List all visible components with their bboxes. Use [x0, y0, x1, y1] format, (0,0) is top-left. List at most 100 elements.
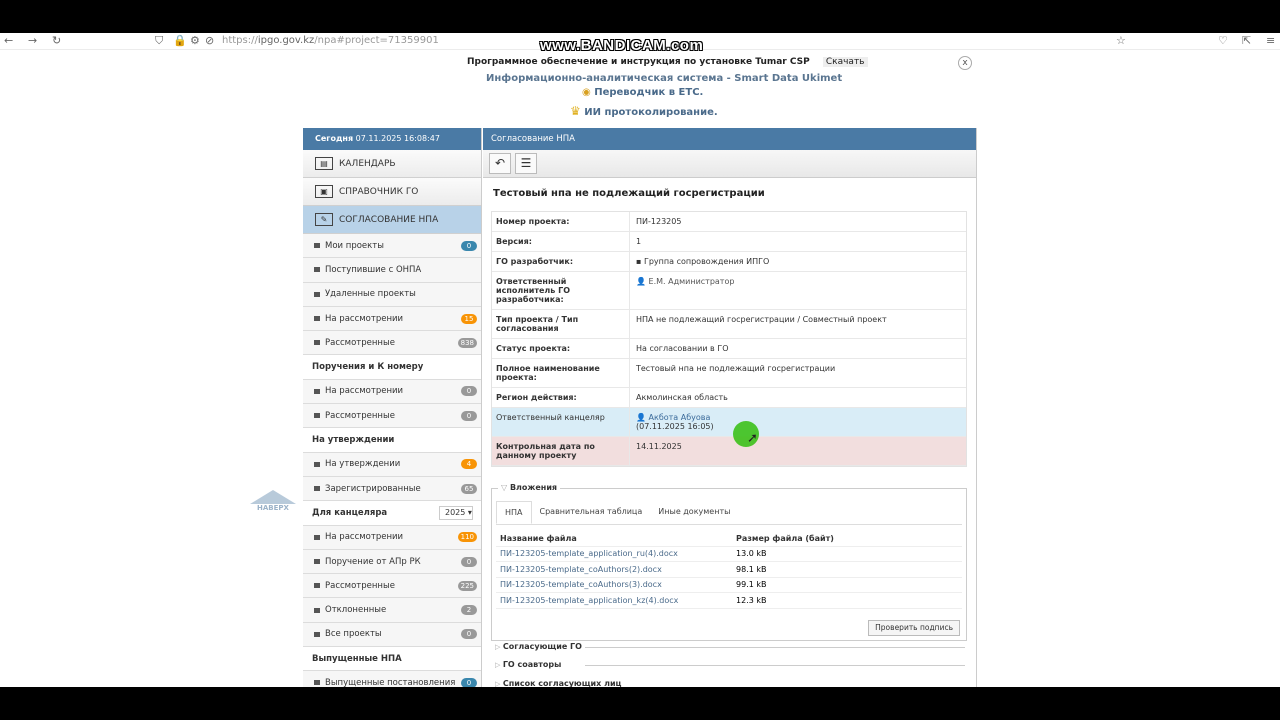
sidebar: Сегодня 07.11.2025 16:08:47 ▤ КАЛЕНДАРЬ … [303, 128, 482, 696]
recording-bar-top [0, 0, 1280, 33]
detail-row-deadline: Контрольная дата по данному проекту 14.11… [492, 437, 966, 466]
user-icon: 👤 [636, 277, 646, 286]
menu-directory[interactable]: ▣ СПРАВОЧНИК ГО [303, 178, 481, 206]
section-approving-go[interactable]: Согласующие ГО [495, 642, 965, 651]
sidebar-item-chancellery-review[interactable]: На рассмотрении 110 [303, 525, 481, 550]
folder-icon [314, 316, 320, 322]
folder-icon [314, 534, 320, 540]
sidebar-item-deleted[interactable]: Удаленные проекты [303, 282, 481, 307]
permissions-icon[interactable]: ⚙ [190, 34, 200, 47]
system-name[interactable]: Информационно-аналитическая система - Sm… [486, 73, 842, 84]
detail-row: Версия: 1 [492, 232, 966, 252]
file-link[interactable]: ПИ-123205-template_application_kz(4).doc… [496, 596, 732, 605]
page-title: Тестовый нпа не подлежащий госрегистраци… [493, 188, 765, 199]
caret-down-icon: ▾ [467, 508, 472, 518]
menu-npa-approval[interactable]: ✎ СОГЛАСОВАНИЕ НПА [303, 206, 481, 234]
attachments-legend[interactable]: ▽ Вложения [498, 483, 561, 492]
main-header: Согласование НПА [483, 128, 976, 150]
folder-icon [314, 631, 320, 637]
list-button[interactable]: ☰ [515, 153, 537, 174]
sidebar-item-under-review[interactable]: На рассмотрении 15 [303, 306, 481, 332]
today-label: Сегодня [315, 134, 354, 143]
scroll-top-button[interactable]: НАВЕРХ [250, 490, 296, 512]
sidebar-item-orders-review[interactable]: На рассмотрении 0 [303, 379, 481, 405]
camera-blocked-icon[interactable]: ⊘ [205, 34, 214, 47]
folder-icon [314, 291, 320, 297]
file-link[interactable]: ПИ-123205-template_application_ru(4).doc… [496, 549, 732, 558]
section-orders: Поручения и К номеру [303, 355, 481, 380]
tab-npa[interactable]: НПА [496, 501, 532, 524]
translator-link[interactable]: ◉ Переводчик в ЕТС. [582, 87, 703, 98]
detail-row: Регион действия: Акмолинская область [492, 388, 966, 408]
folder-icon [314, 559, 320, 564]
verify-signature-button[interactable]: Проверить подпись [868, 620, 960, 636]
lock-icon: 🔒 [173, 34, 187, 47]
tab-comparison[interactable]: Сравнительная таблица [532, 501, 651, 524]
section-label: ГО соавторы [502, 660, 562, 669]
folder-icon [314, 461, 320, 467]
sidebar-item-apr-order[interactable]: Поручение от АПр РК 0 [303, 549, 481, 575]
count-badge: 0 [461, 556, 477, 567]
attachment-tabs: НПА Сравнительная таблица Иные документы [496, 501, 962, 525]
section-coauthors[interactable]: ГО соавторы [495, 660, 965, 669]
back-icon[interactable]: ← [4, 34, 13, 47]
scroll-top-label: НАВЕРХ [257, 504, 289, 512]
briefcase-icon: ▪ [636, 257, 642, 266]
download-button[interactable]: Скачать [822, 57, 868, 67]
detail-value: Акмолинская область [636, 393, 728, 402]
files-table: Название файла Размер файла (байт) ПИ-123… [496, 531, 962, 609]
detail-value: На согласовании в ГО [636, 344, 729, 353]
bookmark-star-icon[interactable]: ☆ [1116, 34, 1126, 47]
reload-icon[interactable]: ↻ [52, 34, 61, 47]
forward-icon[interactable]: → [28, 34, 37, 47]
extensions-icon[interactable]: ⇱ [1242, 34, 1251, 47]
detail-value-cell: 👤 Е.М. Администратор [630, 272, 966, 309]
chancellor-link[interactable]: Акбота Абуова [649, 413, 711, 422]
menu-directory-label: СПРАВОЧНИК ГО [339, 186, 419, 197]
count-badge: 0 [461, 629, 477, 640]
url-prefix: https:// [222, 35, 258, 46]
year-select[interactable]: 2025 ▾ [439, 506, 473, 521]
folder-icon [314, 340, 320, 346]
section-approval: На утверждении [303, 428, 481, 453]
sidebar-item-label: Поступившие с ОНПА [325, 264, 422, 275]
sidebar-date-header: Сегодня 07.11.2025 16:08:47 [303, 128, 481, 150]
section-issued: Выпущенные НПА [303, 647, 481, 672]
close-button[interactable]: x [958, 56, 972, 70]
sidebar-item-label: Рассмотренные [325, 410, 395, 421]
count-badge: 110 [457, 532, 477, 543]
sidebar-item-pending-approval[interactable]: На утверждении 4 [303, 452, 481, 477]
sidebar-item-label: Зарегистрированные [325, 483, 421, 494]
folder-icon [314, 413, 320, 419]
toolbar: ↶ ☰ [483, 150, 976, 178]
sidebar-item-reviewed[interactable]: Рассмотренные 838 [303, 331, 481, 356]
pocket-icon[interactable]: ♡ [1218, 34, 1228, 47]
section-approvers-list[interactable]: Список согласующих лиц [495, 679, 965, 687]
sidebar-item-orders-reviewed[interactable]: Рассмотренные 0 [303, 404, 481, 429]
detail-value: Тестовый нпа не подлежащий госрегистраци… [636, 364, 836, 373]
protocol-link[interactable]: ♛ ИИ протоколирование. [570, 104, 718, 118]
sidebar-item-all-projects[interactable]: Все проекты 0 [303, 622, 481, 648]
menu-calendar[interactable]: ▤ КАЛЕНДАРЬ [303, 150, 481, 178]
software-link[interactable]: Программное обеспечение и инструкция по … [467, 57, 868, 67]
file-size: 99.1 kB [736, 580, 767, 590]
detail-key: Статус проекта: [492, 339, 630, 358]
file-link[interactable]: ПИ-123205-template_coAuthors(3).docx [496, 580, 732, 589]
sidebar-item-my-projects[interactable]: Мои проекты 0 [303, 234, 481, 259]
tab-other-docs[interactable]: Иные документы [650, 501, 738, 524]
sidebar-item-registered[interactable]: Зарегистрированные 65 [303, 476, 481, 502]
undo-button[interactable]: ↶ [489, 153, 511, 174]
file-link[interactable]: ПИ-123205-template_coAuthors(2).docx [496, 565, 732, 574]
detail-value: ПИ-123205 [636, 217, 682, 226]
menu-icon[interactable]: ≡ [1266, 34, 1275, 47]
detail-row: Номер проекта: ПИ-123205 [492, 212, 966, 232]
count-badge: 0 [461, 410, 477, 421]
folder-icon [314, 486, 320, 492]
address-bar[interactable]: https://ipgo.gov.kz/npa#project=71359901 [222, 35, 439, 46]
shield-icon[interactable]: ⛉ [155, 34, 163, 48]
file-size: 13.0 kB [736, 549, 767, 559]
sidebar-item-chancellery-reviewed[interactable]: Рассмотренные 225 [303, 574, 481, 599]
sidebar-item-from-onpa[interactable]: Поступившие с ОНПА [303, 258, 481, 283]
chancellor-date: (07.11.2025 16:05) [636, 422, 714, 431]
sidebar-item-rejected[interactable]: Отклоненные 2 [303, 598, 481, 623]
